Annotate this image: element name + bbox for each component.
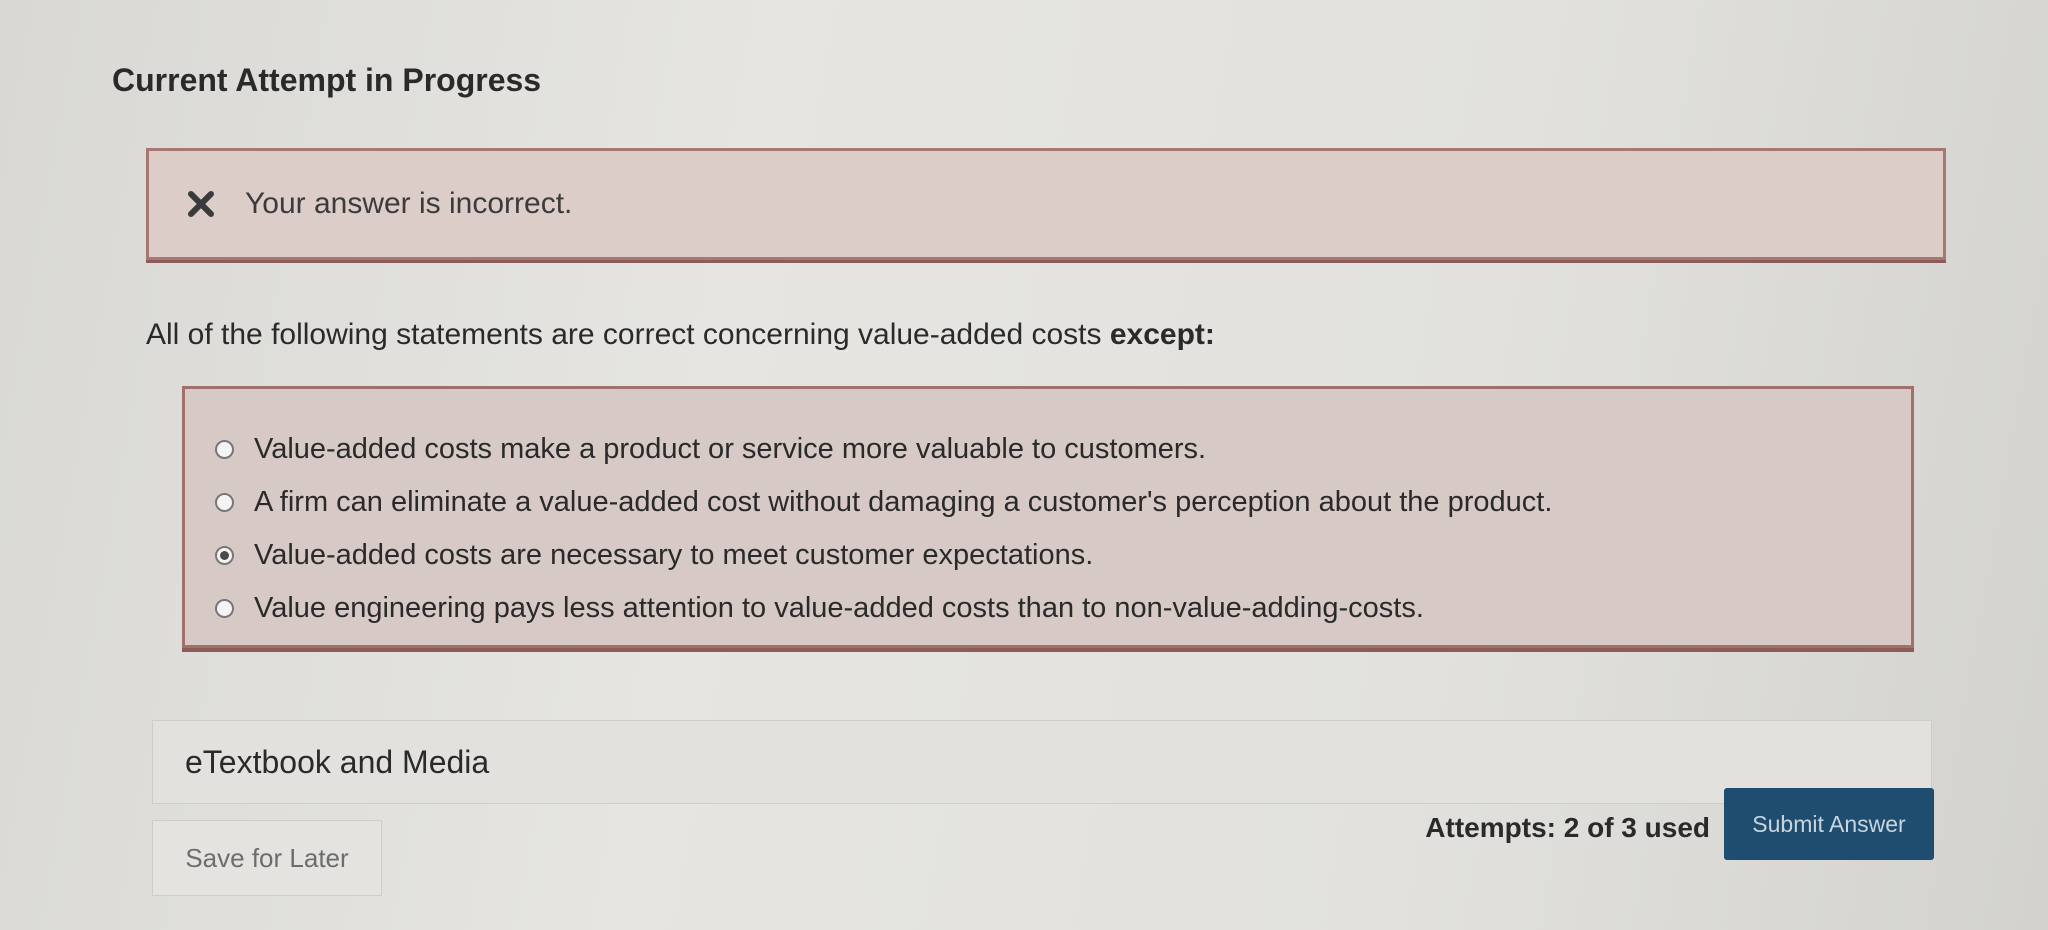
question-prompt: All of the following statements are corr… [146, 318, 1110, 351]
option-label: Value-added costs make a product or serv… [254, 433, 1207, 465]
answer-options: Value-added costs make a product or serv… [182, 386, 1914, 648]
radio-button[interactable] [215, 546, 234, 565]
question-emphasis: except: [1109, 318, 1215, 351]
close-icon [187, 190, 215, 218]
page-title: Current Attempt in Progress [112, 62, 542, 98]
feedback-message: Your answer is incorrect. [245, 187, 573, 220]
etextbook-media-link[interactable]: eTextbook and Media [152, 720, 1932, 804]
answer-option[interactable]: A firm can eliminate a value-added cost … [215, 476, 1911, 529]
feedback-banner: Your answer is incorrect. [146, 148, 1946, 260]
answer-option[interactable]: Value-added costs are necessary to meet … [215, 529, 1911, 582]
radio-button[interactable] [215, 440, 234, 459]
submit-answer-button[interactable]: Submit Answer [1724, 788, 1934, 860]
save-for-later-button[interactable]: Save for Later [152, 820, 382, 896]
option-label: A firm can eliminate a value-added cost … [254, 486, 1553, 518]
radio-button[interactable] [215, 599, 234, 618]
answer-option[interactable]: Value engineering pays less attention to… [215, 582, 1911, 635]
option-label: Value-added costs are necessary to meet … [254, 539, 1094, 571]
attempts-counter: Attempts: 2 of 3 used [1425, 812, 1710, 843]
answer-option[interactable]: Value-added costs make a product or serv… [215, 423, 1911, 476]
option-label: Value engineering pays less attention to… [254, 592, 1424, 624]
radio-button[interactable] [215, 493, 234, 512]
question-text: All of the following statements are corr… [146, 318, 1215, 352]
